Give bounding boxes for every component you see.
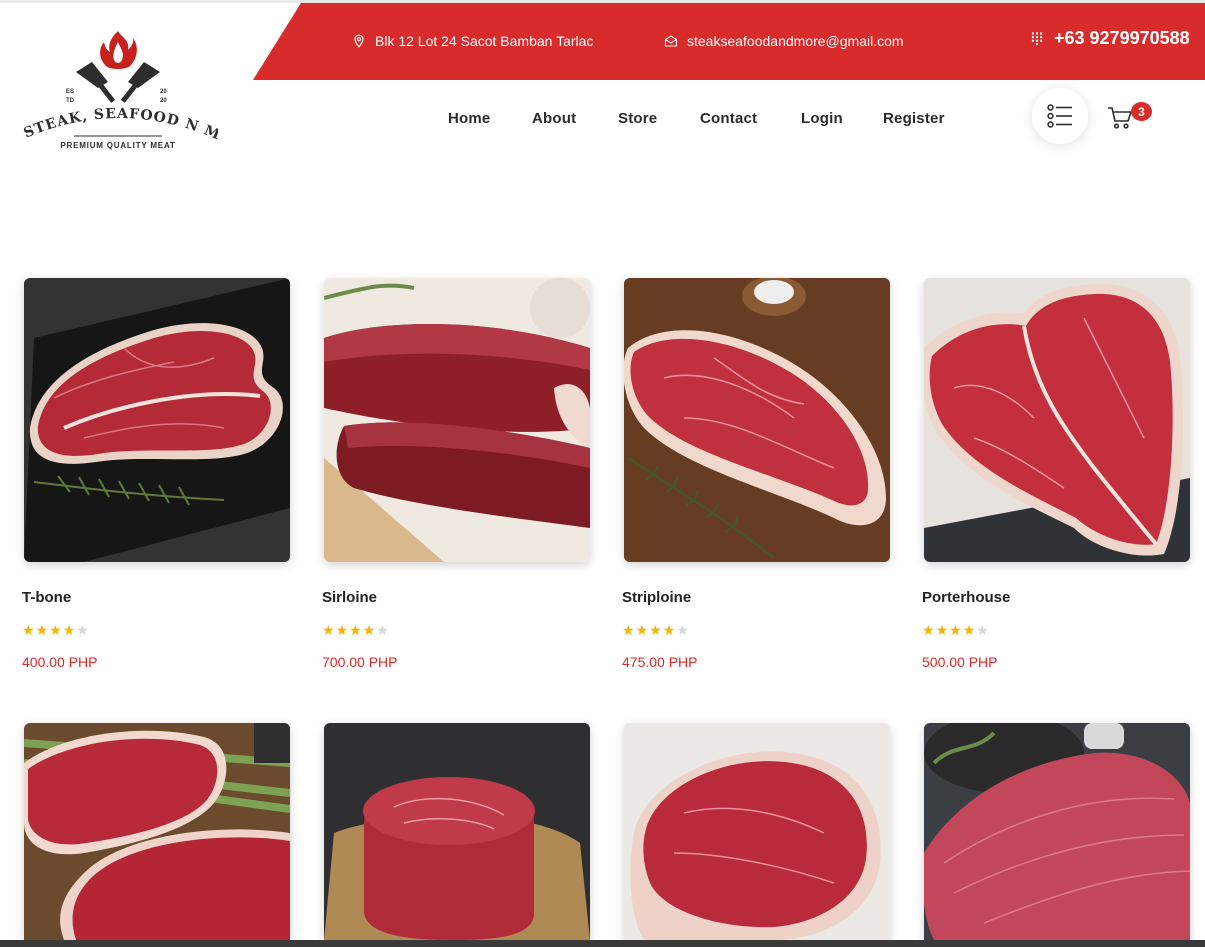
menu-button[interactable] bbox=[1032, 88, 1088, 144]
product-name[interactable]: Striploine bbox=[622, 589, 892, 606]
svg-text:20: 20 bbox=[160, 98, 167, 104]
nav-register[interactable]: Register bbox=[883, 110, 945, 127]
product-rating: ★ ★ ★ ★ ★ bbox=[922, 623, 1192, 637]
star-icon: ★ bbox=[62, 622, 76, 638]
cart-count-badge: 3 bbox=[1131, 102, 1152, 121]
star-icon: ★ bbox=[76, 622, 89, 638]
star-icon: ★ bbox=[962, 622, 976, 638]
product-card-5[interactable] bbox=[22, 723, 292, 940]
product-card-7[interactable] bbox=[622, 723, 892, 940]
logo-est-left: ES bbox=[66, 89, 74, 95]
star-icon: ★ bbox=[376, 622, 389, 638]
product-name[interactable]: Porterhouse bbox=[922, 589, 1192, 606]
product-name[interactable]: Sirloine bbox=[322, 589, 592, 606]
nav-store[interactable]: Store bbox=[618, 110, 657, 127]
product-price: 500.00 PHP bbox=[922, 654, 998, 670]
product-price: 400.00 PHP bbox=[22, 654, 98, 670]
logo-tagline: PREMIUM QUALITY MEAT bbox=[60, 141, 175, 150]
phone-dialpad-icon bbox=[1031, 32, 1043, 45]
taskbar-strip bbox=[0, 940, 1205, 947]
nav-login[interactable]: Login bbox=[801, 110, 843, 127]
email-text[interactable]: steakseafoodandmore@gmail.com bbox=[687, 33, 904, 49]
product-price: 700.00 PHP bbox=[322, 654, 398, 670]
star-icon: ★ bbox=[676, 622, 689, 638]
phone-info[interactable]: +63 9279970588 bbox=[1031, 28, 1190, 49]
product-card-tbone[interactable]: T-bone ★ ★ ★ ★ ★ 400.00 PHP bbox=[22, 278, 292, 670]
star-icon: ★ bbox=[335, 622, 349, 638]
product-image[interactable] bbox=[24, 723, 290, 940]
star-icon: ★ bbox=[362, 622, 376, 638]
star-icon: ★ bbox=[949, 622, 962, 638]
cart-icon bbox=[1108, 107, 1132, 129]
star-icon: ★ bbox=[976, 622, 989, 638]
star-icon: ★ bbox=[662, 622, 676, 638]
site-logo[interactable]: ES TD 20 20 STEAK, SEAFOOD N MORE PREMIU… bbox=[11, 14, 221, 156]
product-card-8[interactable] bbox=[922, 723, 1192, 940]
product-card-sirloine[interactable]: Sirloine ★ ★ ★ ★ ★ 700.00 PHP bbox=[322, 278, 592, 670]
email-info[interactable]: steakseafoodandmore@gmail.com bbox=[664, 33, 904, 49]
contact-bar: Blk 12 Lot 24 Sacot Bamban Tarlac steaks… bbox=[253, 3, 1205, 80]
nav-home[interactable]: Home bbox=[448, 110, 490, 127]
star-icon: ★ bbox=[349, 622, 362, 638]
product-name[interactable]: T-bone bbox=[22, 589, 292, 606]
star-icon: ★ bbox=[635, 622, 649, 638]
product-image[interactable] bbox=[924, 278, 1190, 562]
product-rating: ★ ★ ★ ★ ★ bbox=[22, 623, 292, 637]
star-icon: ★ bbox=[935, 622, 949, 638]
product-image[interactable] bbox=[324, 278, 590, 562]
product-image[interactable] bbox=[924, 723, 1190, 940]
product-card-striploine[interactable]: Striploine ★ ★ ★ ★ ★ 475.00 PHP bbox=[622, 278, 892, 670]
logo-est-right: 20 bbox=[160, 89, 167, 95]
product-rating: ★ ★ ★ ★ ★ bbox=[622, 623, 892, 637]
list-menu-icon bbox=[1047, 104, 1072, 128]
mail-icon bbox=[664, 35, 678, 47]
phone-text[interactable]: +63 9279970588 bbox=[1054, 28, 1190, 49]
product-image[interactable] bbox=[324, 723, 590, 940]
nav-contact[interactable]: Contact bbox=[700, 110, 757, 127]
address-text: Blk 12 Lot 24 Sacot Bamban Tarlac bbox=[375, 33, 594, 49]
star-icon: ★ bbox=[22, 622, 35, 638]
star-icon: ★ bbox=[922, 622, 935, 638]
location-pin-icon bbox=[354, 34, 364, 48]
product-image[interactable] bbox=[24, 278, 290, 562]
star-icon: ★ bbox=[35, 622, 49, 638]
product-card-porterhouse[interactable]: Porterhouse ★ ★ ★ ★ ★ 500.00 PHP bbox=[922, 278, 1192, 670]
star-icon: ★ bbox=[322, 622, 335, 638]
star-icon: ★ bbox=[622, 622, 635, 638]
address-info: Blk 12 Lot 24 Sacot Bamban Tarlac bbox=[352, 33, 593, 49]
product-price: 475.00 PHP bbox=[622, 654, 698, 670]
star-icon: ★ bbox=[49, 622, 62, 638]
product-image[interactable] bbox=[624, 723, 890, 940]
product-rating: ★ ★ ★ ★ ★ bbox=[322, 623, 592, 637]
product-image[interactable] bbox=[624, 278, 890, 562]
cart-button[interactable]: 3 bbox=[1107, 102, 1153, 133]
svg-text:TD: TD bbox=[66, 98, 75, 104]
nav-about[interactable]: About bbox=[532, 110, 576, 127]
star-icon: ★ bbox=[649, 622, 662, 638]
product-card-6[interactable] bbox=[322, 723, 592, 940]
logo-emblem: ES TD 20 20 STEAK, SEAFOOD N MORE PREMIU… bbox=[11, 14, 221, 150]
